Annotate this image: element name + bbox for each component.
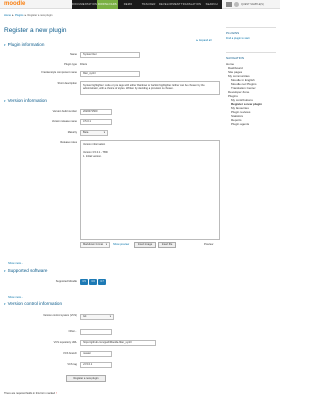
collapse-icon: ▾ xyxy=(4,302,6,306)
show-preview-link[interactable]: Show preview xyxy=(113,243,129,246)
section-version-control[interactable]: ▾ Version control information xyxy=(4,301,62,306)
editor-format-select[interactable]: Markdown format xyxy=(80,242,110,248)
nav-translation[interactable]: TRANSLATION xyxy=(181,0,202,9)
vcs-repo-label: VCS repository URL xyxy=(53,341,77,344)
section-version-information[interactable]: ▾ Version information xyxy=(4,98,47,103)
preview-label[interactable]: Preview xyxy=(204,243,213,246)
nav-development[interactable]: DEVELOPMENT xyxy=(159,0,181,9)
plugin-type-value: Filters xyxy=(80,63,88,66)
insert-image-button[interactable]: Insert image xyxy=(134,242,156,248)
nav-downloads[interactable]: DOWNLOADS xyxy=(97,0,118,9)
nav-tracker[interactable]: TRACKER xyxy=(138,0,159,9)
top-bar: moodle DOCUMENTATION DOWNLOADS DEMO TRAC… xyxy=(0,0,280,9)
release-name-input[interactable]: 3.5.0.1 xyxy=(80,119,112,125)
section-supported-software[interactable]: ▾ Supported software xyxy=(4,268,47,273)
moodle-version-chip[interactable]: 3.7 xyxy=(98,279,106,285)
release-name-label: Version release name xyxy=(51,120,77,123)
maturity-label: Maturity xyxy=(67,131,77,134)
collapse-icon: ▾ xyxy=(4,99,6,103)
breadcrumb-separator: ► xyxy=(11,14,15,17)
name-input[interactable]: Syntax hiter xyxy=(80,52,140,58)
build-number-label: Version build number xyxy=(52,110,77,113)
vcs-system-label: Version control system (VCS) xyxy=(43,314,77,317)
plugin-type-label: Plugin type xyxy=(64,63,77,66)
build-number-input[interactable]: 2020071500 xyxy=(80,109,112,115)
moodle-version-chip[interactable]: 3.6 xyxy=(89,279,97,285)
vcs-branch-label: VCS branch xyxy=(63,352,77,355)
collapse-icon: ▾ xyxy=(4,269,6,273)
short-description-textarea[interactable]: Syntax highlighter: code or pre tags wit… xyxy=(80,81,220,95)
component-label: Frankenstyle component name xyxy=(41,71,77,74)
show-more-software[interactable]: Show more... xyxy=(8,296,23,299)
find-plugin-link[interactable]: Find a plugin to start xyxy=(226,37,276,40)
required-fields-note: There are required fields in this form m… xyxy=(4,392,57,395)
plugins-block-title: PLUGINS xyxy=(226,31,240,35)
nav-search[interactable]: SEARCH xyxy=(201,0,222,9)
short-description-label: Short description xyxy=(57,82,77,85)
page-title: Register a new plugin xyxy=(4,27,67,34)
collapse-icon: ▾ xyxy=(4,43,6,47)
user-menu[interactable]: QUEST SAMPLE(S) xyxy=(241,3,264,6)
release-notes-line: 1. Initial version. xyxy=(83,155,102,158)
required-icon: ! xyxy=(55,392,57,395)
vcs-tag-input[interactable]: v3.5.0.1 xyxy=(80,362,112,368)
name-label: Name xyxy=(70,53,77,56)
component-input[interactable]: filter_synhl xyxy=(80,71,140,77)
messages-icon[interactable] xyxy=(226,2,232,7)
nav-item-plugin-agents[interactable]: Plugin agents xyxy=(226,122,276,126)
nav-demo[interactable]: DEMO xyxy=(118,0,139,9)
vcs-branch-input[interactable]: master xyxy=(80,351,112,357)
vcs-tag-label: VCS tag xyxy=(67,363,77,366)
breadcrumb: Home ► Plugins ► Register a new plugin xyxy=(4,14,52,17)
register-plugin-button[interactable]: Register a new plugin xyxy=(66,375,106,382)
avatar[interactable] xyxy=(234,2,239,7)
breadcrumb-plugins[interactable]: Plugins xyxy=(15,14,24,17)
vcs-system-select[interactable]: Git xyxy=(80,314,114,320)
moodle-logo[interactable]: moodle xyxy=(4,1,25,7)
navigation-tree: Home Dashboard Site pages My communities Moo… xyxy=(226,62,276,126)
expand-all-link[interactable]: ► Expand all xyxy=(196,39,211,42)
breadcrumb-separator: ► xyxy=(24,14,27,17)
breadcrumb-home[interactable]: Home xyxy=(4,14,11,17)
main-nav: DOCUMENTATION DOWNLOADS DEMO TRACKER DEV… xyxy=(72,0,222,9)
moodle-version-chip[interactable]: 3.5 xyxy=(80,279,88,285)
release-notes-textarea[interactable]: Version information Version 3.5.0.1 - TB… xyxy=(80,140,220,240)
supported-moodle-label: Supported Moodle xyxy=(55,280,77,283)
plugins-block: PLUGINS Find a plugin to start xyxy=(226,27,276,40)
show-more-version[interactable]: Show more... xyxy=(8,262,23,265)
vcs-other-input[interactable] xyxy=(80,329,112,335)
section-plugin-information[interactable]: ▾ Plugin information xyxy=(4,42,44,47)
vcs-other-label: Other... xyxy=(68,330,77,333)
breadcrumb-current: Register a new plugin xyxy=(27,14,53,17)
release-notes-label: Release notes xyxy=(60,141,77,144)
navigation-block-title: NAVIGATION xyxy=(226,56,245,60)
maturity-select[interactable]: Beta xyxy=(80,130,108,136)
vcs-repo-input[interactable]: https://github.com/guid/Moodle-filter_sy… xyxy=(80,340,156,346)
insert-file-button[interactable]: Insert file xyxy=(158,242,176,248)
nav-documentation[interactable]: DOCUMENTATION xyxy=(72,0,97,9)
navigation-block: NAVIGATION Home Dashboard Site pages My com… xyxy=(226,52,276,126)
